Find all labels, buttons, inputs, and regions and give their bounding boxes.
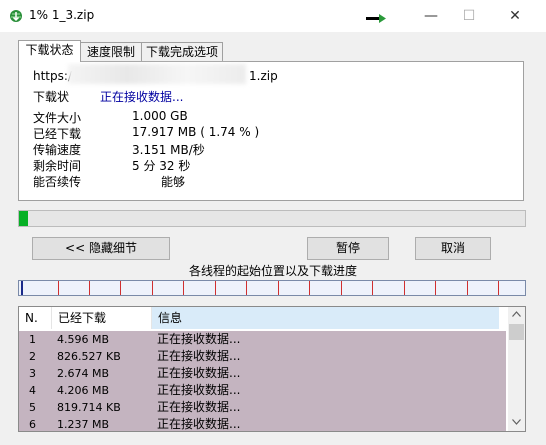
row-info: 正在接收数据... bbox=[157, 417, 241, 431]
scroll-down-icon[interactable] bbox=[512, 419, 521, 425]
cancel-button[interactable]: 取消 bbox=[415, 237, 491, 260]
tab-download-status[interactable]: 下载状态 bbox=[18, 40, 81, 62]
scroll-up-icon[interactable] bbox=[512, 311, 521, 317]
table-row[interactable]: 6 1.237 MB 正在接收数据... bbox=[19, 416, 506, 431]
table-row[interactable]: 2 826.527 KB 正在接收数据... bbox=[19, 348, 506, 365]
row-info: 正在接收数据... bbox=[157, 400, 241, 414]
row-downloaded: 4.596 MB bbox=[57, 333, 110, 346]
row-info: 正在接收数据... bbox=[157, 366, 241, 380]
url-suffix: 1.zip bbox=[249, 69, 278, 83]
download-progress-bar bbox=[18, 210, 526, 227]
thread-list[interactable]: N. 已经下载 信息 1 4.596 MB 正在接收数据... 2 826.52… bbox=[18, 306, 526, 432]
maximize-button[interactable]: ☐ bbox=[446, 0, 492, 32]
scrollbar-thumb[interactable] bbox=[509, 324, 524, 340]
redacted-url-area bbox=[68, 64, 246, 84]
thread-marker bbox=[372, 281, 373, 295]
thread-marker bbox=[341, 281, 342, 295]
table-row[interactable]: 5 819.714 KB 正在接收数据... bbox=[19, 399, 506, 416]
minimize-to-tray-arrow-icon[interactable] bbox=[366, 14, 390, 24]
table-row[interactable]: 3 2.674 MB 正在接收数据... bbox=[19, 365, 506, 382]
tab-completion-options[interactable]: 下载完成选项 bbox=[141, 42, 223, 61]
close-button[interactable]: ✕ bbox=[492, 0, 538, 32]
thread-marker bbox=[246, 281, 247, 295]
time-left-label: 剩余时间 bbox=[33, 159, 82, 173]
row-info: 正在接收数据... bbox=[157, 349, 241, 363]
thread-marker bbox=[435, 281, 436, 295]
file-size-label: 文件大小 bbox=[33, 111, 82, 125]
row-downloaded: 826.527 KB bbox=[57, 350, 121, 363]
file-size-value: 1.000 GB bbox=[132, 109, 188, 123]
transfer-rate-value: 3.151 MB/秒 bbox=[132, 143, 205, 157]
thread-marker bbox=[152, 281, 153, 295]
thread-marker bbox=[404, 281, 405, 295]
table-row[interactable]: 1 4.596 MB 正在接收数据... bbox=[19, 331, 506, 348]
row-downloaded: 1.237 MB bbox=[57, 418, 110, 431]
resume-capability-label: 能否续传 bbox=[33, 175, 82, 189]
minimize-icon: — bbox=[424, 8, 438, 24]
thread-marker bbox=[215, 281, 216, 295]
thread-marker bbox=[120, 281, 121, 295]
thread-marker bbox=[89, 281, 90, 295]
hide-details-button[interactable]: << 隐藏细节 bbox=[32, 237, 170, 260]
thread-marker bbox=[278, 281, 279, 295]
thread-marker bbox=[58, 281, 59, 295]
row-number: 3 bbox=[29, 367, 36, 380]
column-header-info[interactable]: 信息 bbox=[151, 307, 499, 329]
downloaded-label: 已经下载 bbox=[33, 127, 82, 141]
time-left-value: 5 分 32 秒 bbox=[132, 159, 191, 173]
status-value: 正在接收数据... bbox=[100, 90, 184, 104]
status-label: 下载状 bbox=[33, 90, 70, 104]
thread-marker bbox=[21, 281, 23, 295]
pause-button[interactable]: 暂停 bbox=[307, 237, 389, 260]
row-info: 正在接收数据... bbox=[157, 332, 241, 346]
tab-speed-limit[interactable]: 速度限制 bbox=[80, 42, 142, 61]
close-icon: ✕ bbox=[509, 8, 521, 24]
vertical-scrollbar[interactable] bbox=[508, 307, 525, 431]
thread-list-header: N. 已经下载 信息 bbox=[19, 307, 506, 329]
row-number: 4 bbox=[29, 384, 36, 397]
row-downloaded: 2.674 MB bbox=[57, 367, 110, 380]
thread-progress-caption: 各线程的起始位置以及下载进度 bbox=[188, 264, 357, 278]
window-title: 1% 1_3.zip bbox=[29, 8, 95, 22]
thread-marker bbox=[183, 281, 184, 295]
progress-fill bbox=[19, 211, 28, 226]
column-header-number[interactable]: N. bbox=[19, 307, 51, 329]
row-number: 2 bbox=[29, 350, 36, 363]
url-prefix: https:/ bbox=[33, 69, 72, 83]
thread-segment-bar bbox=[18, 280, 526, 296]
row-number: 1 bbox=[29, 333, 36, 346]
table-row[interactable]: 4 4.206 MB 正在接收数据... bbox=[19, 382, 506, 399]
row-number: 5 bbox=[29, 401, 36, 414]
resume-capability-value: 能够 bbox=[161, 175, 186, 189]
thread-marker bbox=[498, 281, 499, 295]
thread-marker bbox=[309, 281, 310, 295]
thread-marker bbox=[467, 281, 468, 295]
downloaded-value: 17.917 MB ( 1.74 % ) bbox=[132, 125, 260, 139]
download-globe-icon bbox=[10, 10, 22, 22]
row-number: 6 bbox=[29, 418, 36, 431]
row-info: 正在接收数据... bbox=[157, 383, 241, 397]
transfer-rate-label: 传输速度 bbox=[33, 143, 82, 157]
row-downloaded: 819.714 KB bbox=[57, 401, 121, 414]
title-bar: 1% 1_3.zip — ☐ ✕ bbox=[0, 0, 546, 32]
maximize-icon: ☐ bbox=[462, 8, 476, 24]
row-downloaded: 4.206 MB bbox=[57, 384, 110, 397]
column-header-downloaded[interactable]: 已经下载 bbox=[51, 307, 151, 329]
